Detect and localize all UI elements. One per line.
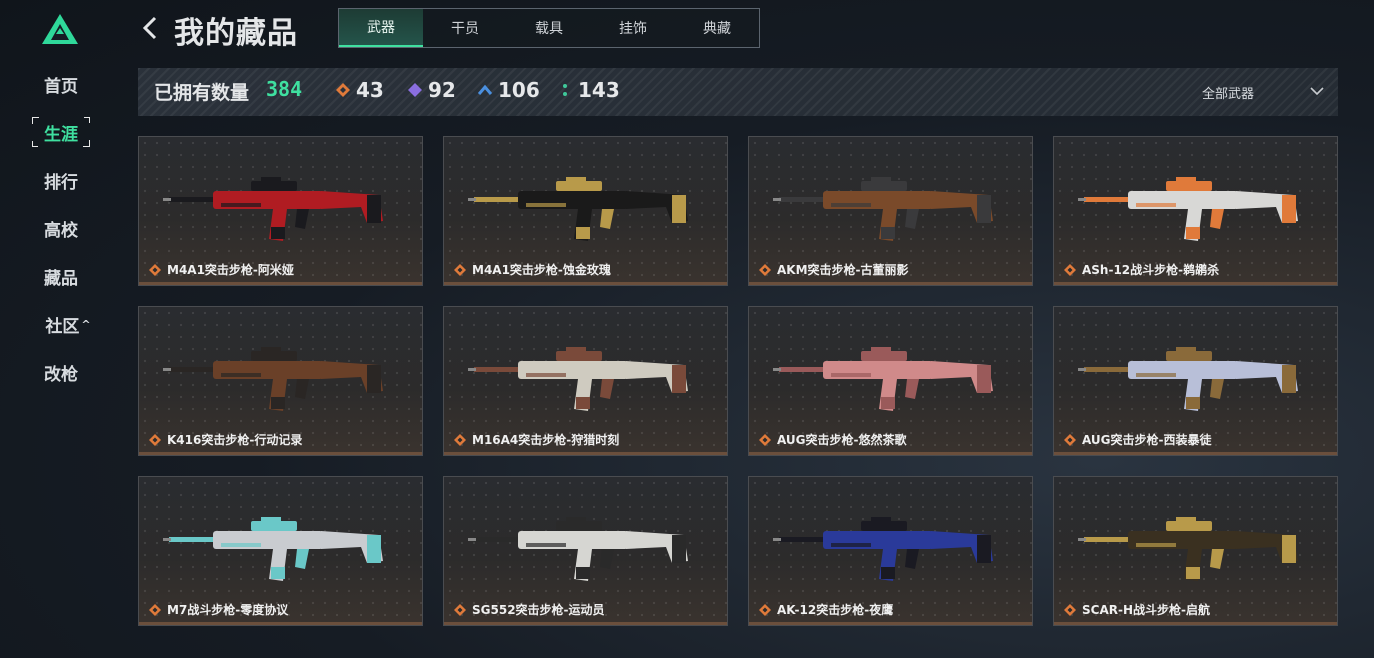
rarity-diamond-icon bbox=[1064, 264, 1076, 276]
tab-label: 典藏 bbox=[703, 21, 731, 37]
rarity-diamond-icon bbox=[759, 434, 771, 446]
blue-chevron-icon bbox=[478, 84, 492, 95]
sidebar-item-label: 藏品 bbox=[44, 268, 78, 289]
rarity-count-green: 143 bbox=[558, 78, 620, 102]
purple-diamond-icon bbox=[408, 83, 422, 97]
rarity-diamond-icon bbox=[759, 264, 771, 276]
rarity-count-value: 143 bbox=[578, 78, 620, 102]
rarity-diamond-icon bbox=[149, 264, 161, 276]
weapon-card[interactable]: M4A1突击步枪-蚀金玫瑰 bbox=[443, 136, 728, 286]
weapon-skin-name: AUG突击步枪-西装暴徒 bbox=[1082, 433, 1212, 447]
weapon-card[interactable]: AK-12突击步枪-夜鹰 bbox=[748, 476, 1033, 626]
weapon-skin-image bbox=[773, 347, 993, 411]
weapon-card[interactable]: AKM突击步枪-古董丽影 bbox=[748, 136, 1033, 286]
weapon-skin-image bbox=[1078, 177, 1298, 241]
owned-count-label: 已拥有数量 bbox=[154, 82, 250, 104]
weapon-skin-name: ASh-12战斗步枪-鹈鹕杀 bbox=[1082, 263, 1220, 277]
sidebar-item-gunsmith[interactable]: 改枪 bbox=[34, 358, 88, 386]
rarity-count-value: 43 bbox=[356, 78, 384, 102]
rarity-count-purple: 92 bbox=[408, 78, 456, 102]
weapon-skin-image bbox=[1078, 517, 1298, 581]
weapon-skin-image bbox=[163, 177, 383, 241]
weapon-card[interactable]: AUG突击步枪-西装暴徒 bbox=[1053, 306, 1338, 456]
collection-stats-bar: 已拥有数量 384 43 92 106 143 全部武器 bbox=[138, 68, 1338, 116]
chevron-down-icon bbox=[1310, 87, 1324, 96]
weapon-skin-image bbox=[163, 517, 383, 581]
weapon-skin-name: SCAR-H战斗步枪-启航 bbox=[1082, 603, 1210, 617]
sidebar-item-college[interactable]: 高校 bbox=[34, 214, 88, 242]
rarity-count-blue: 106 bbox=[478, 78, 540, 102]
weapon-skin-name: SG552突击步枪-运动员 bbox=[472, 603, 605, 617]
weapon-skin-name: K416突击步枪-行动记录 bbox=[167, 433, 303, 447]
weapon-card[interactable]: SCAR-H战斗步枪-启航 bbox=[1053, 476, 1338, 626]
tab-vehicles[interactable]: 载具 bbox=[507, 9, 591, 47]
rarity-diamond-icon bbox=[454, 434, 466, 446]
rarity-diamond-icon bbox=[454, 264, 466, 276]
weapon-skin-image bbox=[163, 347, 383, 411]
rarity-count-value: 106 bbox=[498, 78, 540, 102]
owned-count-value: 384 bbox=[266, 77, 303, 101]
weapon-card[interactable]: M7战斗步枪-零度协议 bbox=[138, 476, 423, 626]
chevron-up-icon: ^ bbox=[81, 317, 91, 331]
sidebar-item-label: 社区 bbox=[45, 316, 80, 337]
rarity-diamond-icon bbox=[149, 604, 161, 616]
weapon-skin-image bbox=[773, 517, 993, 581]
sidebar-item-community[interactable]: 社区 ^ bbox=[38, 310, 98, 338]
sidebar-item-collection[interactable]: 藏品 bbox=[34, 262, 88, 290]
weapon-skin-name: M7战斗步枪-零度协议 bbox=[167, 603, 289, 617]
category-tabs: 武器 干员 载具 挂饰 典藏 bbox=[338, 8, 760, 48]
weapon-skin-name: M16A4突击步枪-狩猎时刻 bbox=[472, 433, 620, 447]
weapon-card[interactable]: SG552突击步枪-运动员 bbox=[443, 476, 728, 626]
green-dots-icon bbox=[563, 84, 567, 96]
weapon-skin-image bbox=[773, 177, 993, 241]
weapon-skin-image bbox=[468, 177, 688, 241]
rarity-count-orange: 43 bbox=[336, 78, 384, 102]
orange-diamond-icon bbox=[336, 83, 350, 97]
tab-charms[interactable]: 挂饰 bbox=[591, 9, 675, 47]
weapon-skin-image bbox=[468, 517, 688, 581]
back-arrow-icon[interactable] bbox=[140, 14, 162, 42]
weapon-skin-name: M4A1突击步枪-蚀金玫瑰 bbox=[472, 263, 611, 277]
tab-label: 武器 bbox=[367, 20, 395, 36]
rarity-diamond-icon bbox=[454, 604, 466, 616]
tab-label: 载具 bbox=[535, 21, 563, 37]
sidebar-item-home[interactable]: 首页 bbox=[34, 70, 88, 98]
weapon-filter-dropdown[interactable]: 全部武器 bbox=[1198, 68, 1338, 116]
tab-weapons[interactable]: 武器 bbox=[339, 9, 423, 47]
rarity-count-value: 92 bbox=[428, 78, 456, 102]
weapon-skin-image bbox=[468, 347, 688, 411]
weapon-skin-name: AUG突击步枪-悠然茶歌 bbox=[777, 433, 907, 447]
sidebar-item-label: 生涯 bbox=[44, 124, 78, 145]
page-title: 我的藏品 bbox=[174, 16, 298, 51]
weapon-card[interactable]: K416突击步枪-行动记录 bbox=[138, 306, 423, 456]
weapon-card[interactable]: M16A4突击步枪-狩猎时刻 bbox=[443, 306, 728, 456]
rarity-diamond-icon bbox=[1064, 604, 1076, 616]
tab-label: 干员 bbox=[451, 21, 479, 37]
filter-selected-value: 全部武器 bbox=[1202, 86, 1255, 102]
weapon-card[interactable]: AUG突击步枪-悠然茶歌 bbox=[748, 306, 1033, 456]
rarity-diamond-icon bbox=[149, 434, 161, 446]
weapon-skin-image bbox=[1078, 347, 1298, 411]
rarity-diamond-icon bbox=[1064, 434, 1076, 446]
app-logo[interactable] bbox=[40, 12, 80, 46]
sidebar-item-career[interactable]: 生涯 bbox=[32, 117, 90, 147]
sidebar-item-ranking[interactable]: 排行 bbox=[34, 166, 88, 194]
tab-collector[interactable]: 典藏 bbox=[675, 9, 759, 47]
tab-label: 挂饰 bbox=[619, 21, 647, 37]
weapon-card[interactable]: ASh-12战斗步枪-鹈鹕杀 bbox=[1053, 136, 1338, 286]
weapon-skin-name: AKM突击步枪-古董丽影 bbox=[777, 263, 909, 277]
rarity-diamond-icon bbox=[759, 604, 771, 616]
sidebar-item-label: 排行 bbox=[44, 172, 78, 193]
sidebar-item-label: 高校 bbox=[44, 220, 78, 241]
weapon-skin-name: AK-12突击步枪-夜鹰 bbox=[777, 603, 894, 617]
weapon-skin-name: M4A1突击步枪-阿米娅 bbox=[167, 263, 294, 277]
sidebar-item-label: 首页 bbox=[44, 76, 78, 97]
sidebar-item-label: 改枪 bbox=[44, 364, 78, 385]
tab-operators[interactable]: 干员 bbox=[423, 9, 507, 47]
weapon-card[interactable]: M4A1突击步枪-阿米娅 bbox=[138, 136, 423, 286]
